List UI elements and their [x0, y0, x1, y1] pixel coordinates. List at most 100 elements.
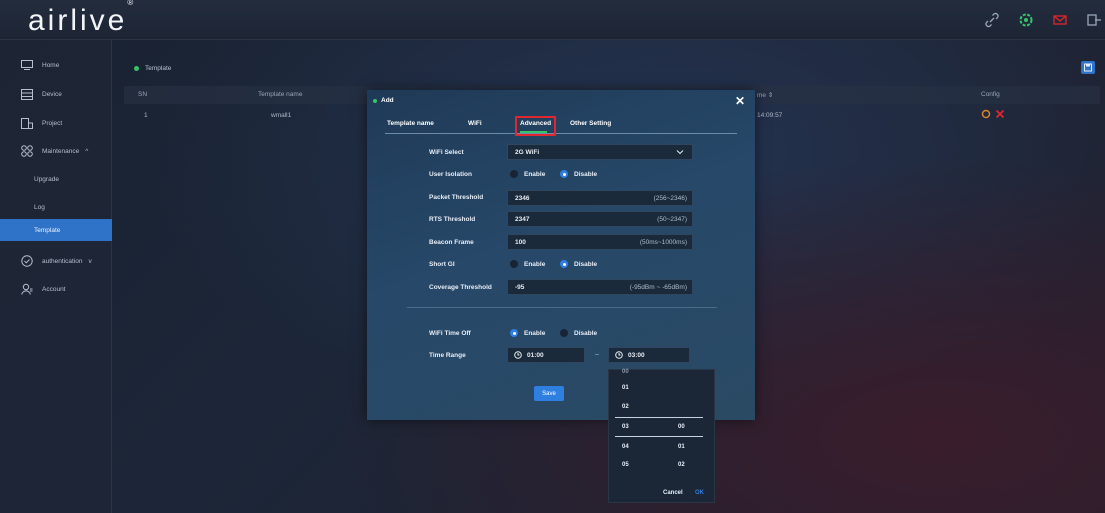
column-header-sn: SN: [138, 91, 148, 98]
sidebar-item-authentication[interactable]: authentication v: [0, 250, 112, 272]
shield-icon: [20, 255, 34, 267]
coverage-threshold-label: Coverage Threshold: [429, 284, 492, 291]
sidebar-item-label: Home: [42, 61, 60, 69]
delete-icon[interactable]: [995, 109, 1005, 119]
sidebar-item-label: Log: [34, 203, 45, 211]
packet-threshold-input[interactable]: 2346 (256~2346): [507, 190, 693, 206]
section-divider: [407, 307, 717, 308]
wifi-select-label: WiFi Select: [429, 149, 464, 156]
clock-icon: [615, 351, 623, 359]
wifi-time-off-disable-radio[interactable]: Disable: [560, 329, 597, 337]
column-header-time[interactable]: me ⇕: [757, 91, 773, 99]
wifi-time-off-enable-radio[interactable]: Enable: [510, 329, 545, 337]
tab-template-name[interactable]: Template name: [387, 120, 434, 127]
beacon-frame-value: 100: [515, 238, 526, 246]
sidebar-item-log[interactable]: Log: [0, 196, 112, 218]
time-range-end-input[interactable]: 03:00: [608, 347, 690, 363]
clock-icon: [514, 351, 522, 359]
maintenance-icon: [20, 145, 34, 157]
sidebar-item-project[interactable]: Project: [0, 112, 112, 134]
column-header-template-name: Template name: [258, 91, 303, 98]
coverage-threshold-hint: (-95dBm ~ -65dBm): [629, 283, 687, 291]
picker-minute-option-selected[interactable]: 00: [678, 424, 685, 430]
sidebar-item-label: Maintenance: [42, 147, 80, 155]
picker-ok-button[interactable]: OK: [695, 490, 704, 496]
chevron-down-icon: v: [88, 257, 92, 265]
time-picker-dropdown: 00 01 02 03 00 04 01 05 02 Cancel OK: [608, 369, 715, 503]
cell-sn: 1: [144, 112, 148, 119]
picker-hour-option[interactable]: 01: [622, 385, 629, 391]
user-isolation-disable-radio[interactable]: Disable: [560, 170, 597, 178]
sidebar-item-label: Template: [34, 226, 61, 234]
sidebar-item-home[interactable]: Home: [0, 54, 112, 76]
picker-selection-line-bottom: [615, 436, 703, 437]
picker-cancel-button[interactable]: Cancel: [663, 490, 683, 496]
save-icon-button[interactable]: [1081, 61, 1095, 74]
device-list-icon: [20, 88, 34, 100]
radio-label: Enable: [524, 260, 546, 268]
sidebar-item-upgrade[interactable]: Upgrade: [0, 168, 112, 190]
coverage-threshold-input[interactable]: -95 (-95dBm ~ -65dBm): [507, 279, 693, 295]
sidebar-item-template[interactable]: Template: [0, 219, 112, 241]
modal-title: Add: [381, 97, 394, 104]
radio-label: Enable: [524, 170, 546, 178]
radio-circle-selected: [560, 260, 568, 268]
sidebar-item-label: Account: [42, 285, 66, 293]
status-dot: [373, 99, 377, 103]
close-icon[interactable]: ✕: [735, 94, 745, 108]
sidebar-item-device[interactable]: Device: [0, 83, 112, 105]
radio-label: Disable: [574, 260, 598, 268]
user-isolation-enable-radio[interactable]: Enable: [510, 170, 545, 178]
time-range-label: Time Range: [429, 352, 466, 359]
floppy-icon: [1084, 63, 1092, 72]
time-range-start-input[interactable]: 01:00: [507, 347, 585, 363]
picker-hour-option[interactable]: 02: [622, 404, 629, 410]
radio-circle: [560, 329, 568, 337]
sidebar: Home Device Project Maintenance ^ Upgrad…: [0, 40, 112, 513]
picker-minute-option[interactable]: 01: [678, 444, 685, 450]
tab-wifi[interactable]: WiFi: [468, 120, 482, 127]
sidebar-item-label: Upgrade: [34, 175, 59, 183]
radio-label: Disable: [574, 329, 598, 337]
rts-threshold-value: 2347: [515, 215, 530, 223]
modal-tabs: Template name WiFi Advanced Other Settin…: [385, 116, 737, 136]
radio-circle: [510, 260, 518, 268]
account-icon: [20, 283, 34, 295]
chevron-up-icon: ^: [85, 147, 89, 155]
tab-other-setting[interactable]: Other Setting: [570, 120, 611, 127]
sidebar-item-label: authentication: [42, 257, 83, 265]
wifi-select-dropdown[interactable]: 2G WiFi: [507, 144, 693, 160]
settings-green-icon[interactable]: [1018, 12, 1034, 28]
picker-hour-partial: 00: [622, 369, 629, 375]
link-icon[interactable]: [984, 12, 1000, 28]
radio-label: Disable: [574, 170, 598, 178]
sidebar-item-account[interactable]: Account: [0, 278, 112, 300]
picker-hour-option[interactable]: 05: [622, 462, 629, 468]
edit-icon[interactable]: [981, 109, 991, 119]
short-gi-label: Short GI: [429, 261, 455, 268]
project-icon: [20, 117, 34, 129]
tab-highlight-box: [515, 116, 556, 136]
sidebar-item-label: Device: [42, 90, 62, 98]
sidebar-item-maintenance[interactable]: Maintenance ^: [0, 140, 112, 162]
status-dot: [134, 65, 139, 71]
time-range-start-value: 01:00: [527, 351, 544, 359]
brand-logo: airlive®: [28, 0, 134, 37]
coverage-threshold-value: -95: [515, 283, 525, 291]
beacon-frame-input[interactable]: 100 (50ms~1000ms): [507, 234, 693, 250]
picker-selection-line-top: [615, 417, 703, 418]
save-button[interactable]: Save: [534, 386, 564, 401]
radio-label: Enable: [524, 329, 546, 337]
picker-minute-option[interactable]: 02: [678, 462, 685, 468]
page-title: Template: [145, 64, 172, 72]
picker-hour-option-selected[interactable]: 03: [622, 424, 629, 430]
logout-icon[interactable]: [1086, 12, 1102, 28]
picker-hour-option[interactable]: 04: [622, 444, 629, 450]
mail-icon[interactable]: [1052, 12, 1068, 28]
radio-circle: [510, 170, 518, 178]
rts-threshold-label: RTS Threshold: [429, 216, 476, 223]
short-gi-disable-radio[interactable]: Disable: [560, 260, 597, 268]
short-gi-enable-radio[interactable]: Enable: [510, 260, 545, 268]
rts-threshold-input[interactable]: 2347 (50~2347): [507, 211, 693, 227]
beacon-frame-hint: (50ms~1000ms): [639, 238, 687, 246]
